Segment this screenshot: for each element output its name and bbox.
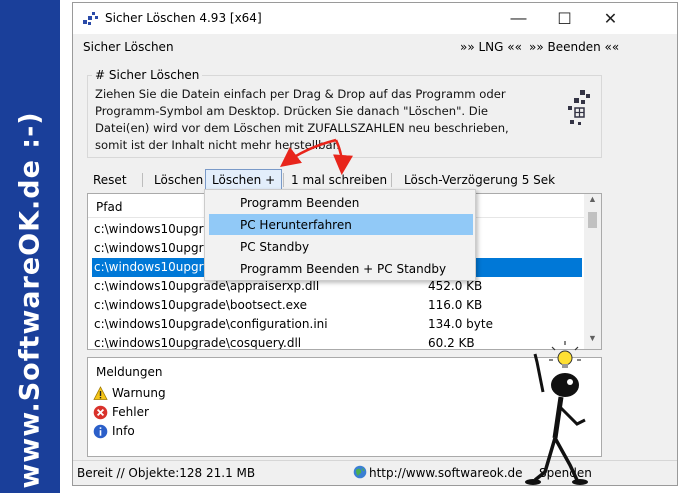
file-size: 60.2 KB (428, 336, 475, 350)
menu-quit[interactable]: »» Beenden «« (529, 40, 619, 54)
toolbar: Reset Löschen Löschen + 1 mal schreiben … (85, 169, 675, 191)
dropdown-item-standby[interactable]: PC Standby (209, 236, 473, 257)
info-icon (93, 424, 108, 439)
toolbar-divider (391, 173, 392, 187)
mascot-figure (525, 341, 588, 485)
file-size: 452.0 KB (428, 279, 483, 293)
dropdown-item-label: PC Standby (240, 240, 310, 254)
table-row[interactable]: c:\windows10upgrade\cosquery.dll 60.2 KB (92, 334, 582, 350)
app-logo-icon (568, 90, 590, 125)
dropdown-item-shutdown[interactable]: PC Herunterfahren (209, 214, 473, 235)
watermark-text: www.SoftwareOK.de :-) (14, 111, 46, 489)
delete-delay-button[interactable]: Lösch-Verzögerung 5 Sek (398, 169, 561, 191)
globe-icon (353, 465, 367, 479)
info-description: Ziehen Sie die Datein einfach per Drag &… (95, 87, 509, 152)
dropdown-item-quit-and-standby[interactable]: Programm Beenden + PC Standby (209, 258, 473, 279)
dropdown-item-label: Programm Beenden + PC Standby (240, 262, 447, 276)
file-size: 134.0 byte (428, 317, 493, 331)
file-path: c:\windows10upgrade\appraiserxp.dll (94, 279, 320, 293)
dropdown-item-label: PC Herunterfahren (240, 218, 352, 232)
minimize-button[interactable]: — (496, 3, 541, 34)
error-icon (93, 405, 108, 420)
column-header-path[interactable]: Pfad (96, 200, 122, 214)
minimize-icon: — (510, 9, 527, 27)
info-group: # Sicher Löschen Ziehen Sie die Datein e… (87, 68, 602, 158)
table-row[interactable]: c:\windows10upgrade\configuration.ini 13… (92, 315, 582, 334)
scroll-thumb[interactable] (588, 212, 597, 228)
maximize-icon: ☐ (557, 10, 572, 28)
file-size: 116.0 KB (428, 298, 483, 312)
delete-button[interactable]: Löschen (148, 169, 209, 191)
info-group-title: # Sicher Löschen (92, 68, 203, 82)
file-path: c:\windows10upgrade\bootsect.exe (94, 298, 307, 312)
watermark-bar: www.SoftwareOK.de :-) (0, 0, 60, 493)
warning-icon (93, 386, 108, 400)
delete-plus-dropdown: Programm Beenden PC Herunterfahren PC St… (204, 189, 476, 281)
menu-language[interactable]: »» LNG «« (460, 40, 522, 54)
toolbar-divider (142, 173, 143, 187)
warning-label: Warnung (112, 386, 166, 400)
close-icon: ✕ (603, 10, 618, 28)
info-label: Info (112, 424, 135, 438)
website-link[interactable]: http://www.softwareok.de (369, 466, 523, 480)
app-icon (83, 12, 98, 25)
title-bar[interactable]: Sicher Löschen 4.93 [x64] — ☐ ✕ (73, 3, 677, 34)
file-path: c:\windows10upgrade\cosquery.dll (94, 336, 302, 350)
dropdown-item-label: Programm Beenden (240, 196, 360, 210)
table-row[interactable]: c:\windows10upgrade\bootsect.exe 116.0 K… (92, 296, 582, 315)
window-title: Sicher Löschen 4.93 [x64] (105, 11, 262, 25)
delete-plus-button[interactable]: Löschen + (205, 169, 283, 191)
close-button[interactable]: ✕ (588, 3, 633, 34)
maximize-button[interactable]: ☐ (542, 3, 587, 34)
reset-button[interactable]: Reset (87, 169, 133, 191)
toolbar-divider (283, 173, 284, 187)
status-text: Bereit // Objekte:128 21.1 MB (77, 466, 256, 480)
messages-title: Meldungen (96, 365, 163, 379)
menu-bar: Sicher Löschen »» LNG «« »» Beenden «« (73, 34, 677, 59)
menu-sicher-loeschen[interactable]: Sicher Löschen (83, 40, 174, 54)
file-list-scrollbar[interactable]: ▲ ▼ (584, 194, 601, 349)
write-once-button[interactable]: 1 mal schreiben (285, 169, 393, 191)
dropdown-item-quit-program[interactable]: Programm Beenden (209, 192, 473, 213)
scroll-up-icon[interactable]: ▲ (584, 194, 601, 210)
file-path: c:\windows10upgrade\configuration.ini (94, 317, 328, 331)
error-label: Fehler (112, 405, 149, 419)
